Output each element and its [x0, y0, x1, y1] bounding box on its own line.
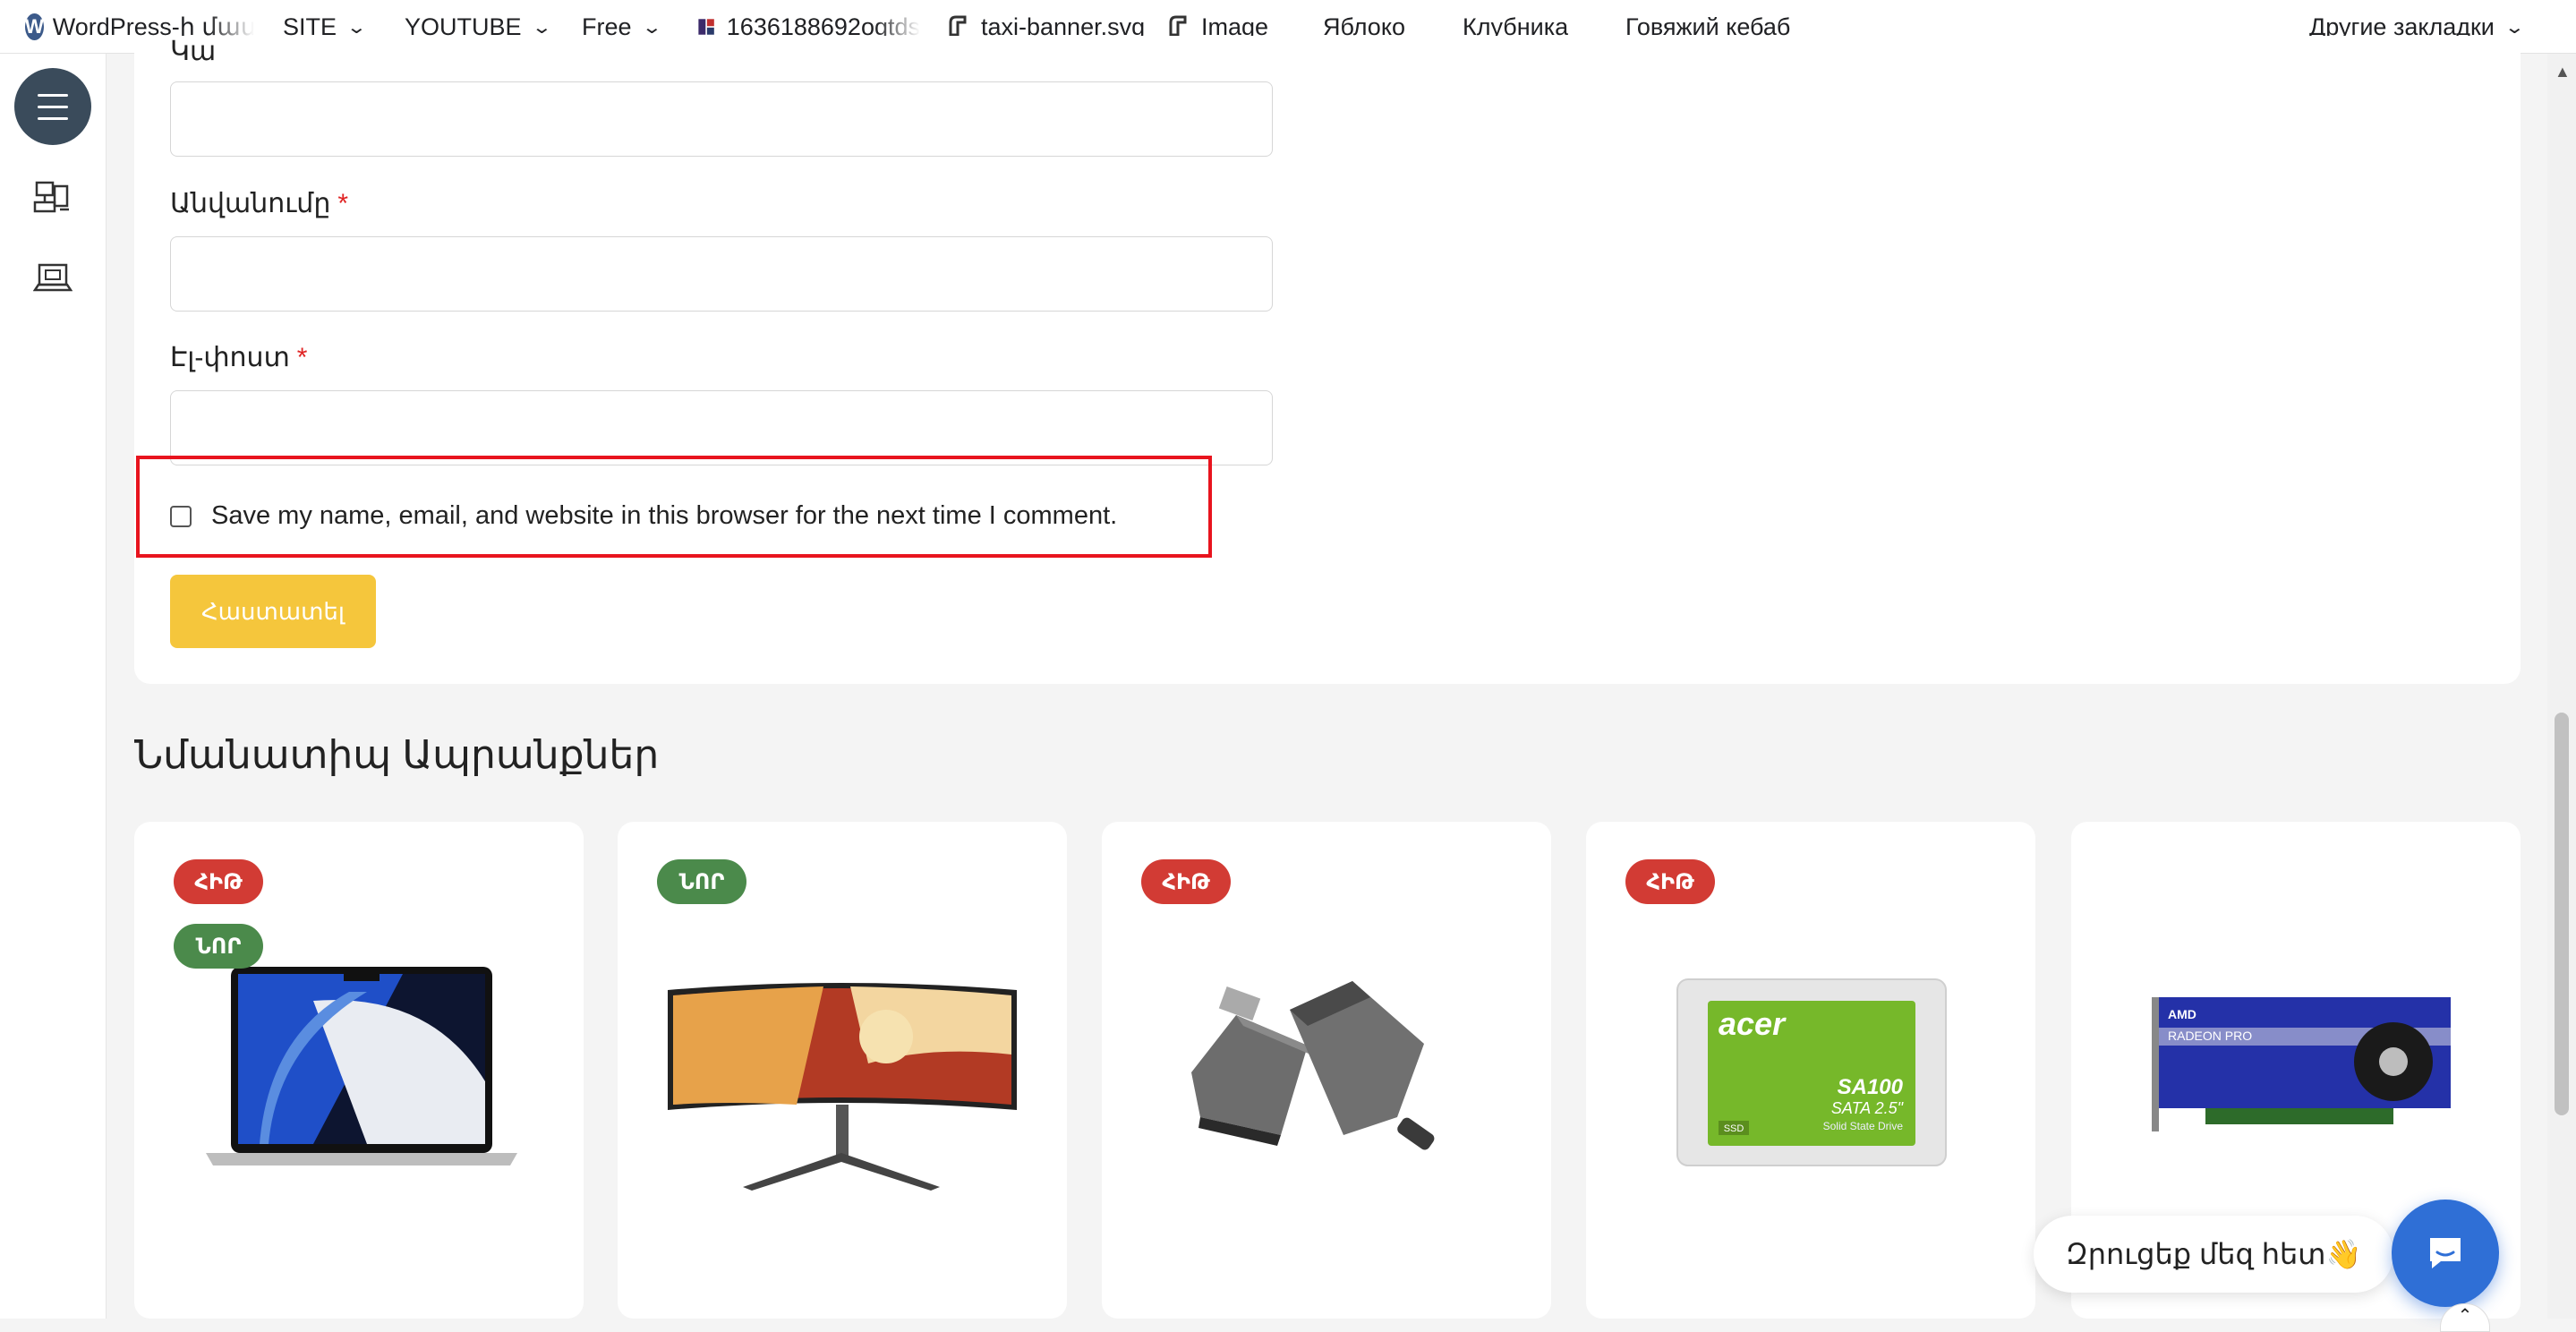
field-label-text: Կա: [170, 37, 217, 66]
required-mark: *: [337, 189, 349, 218]
required-mark: *: [296, 343, 308, 372]
chevron-down-icon: ⌄: [2504, 16, 2522, 38]
field-label-text: Անվանումը: [170, 189, 331, 218]
ssd-model-text: SA100: [1838, 1075, 1904, 1099]
chevron-down-icon: ⌄: [641, 16, 659, 38]
laptop-icon[interactable]: [33, 260, 73, 299]
chat-open-button[interactable]: [2392, 1200, 2499, 1307]
chevron-up-icon: ⌃: [2457, 1306, 2473, 1326]
scrollbar-thumb[interactable]: [2555, 713, 2569, 1115]
product-card[interactable]: ՀԻԹ: [1102, 822, 1551, 1319]
ssd-spec-text: SATA 2.5": [1831, 1099, 1905, 1117]
field-label-text: Էլ-փոստ: [170, 343, 290, 372]
new-badge: ՆՈՐ: [174, 924, 263, 969]
save-info-checkbox[interactable]: [170, 505, 192, 527]
related-products-title: Նմանատիպ Ապրանքներ: [134, 733, 660, 777]
left-sidebar: [0, 54, 107, 1319]
wordpress-icon: W: [25, 13, 44, 40]
hit-badge: ՀԻԹ: [174, 859, 263, 904]
chat-prompt-bubble[interactable]: Զրուցեք մեզ հետ 👋: [2034, 1216, 2394, 1293]
scroll-up-arrow-icon[interactable]: ▲: [2555, 63, 2571, 81]
ssd-tag-text: SSD: [1724, 1123, 1744, 1134]
product-card[interactable]: ՀԻԹ ՆՈՐ: [134, 822, 584, 1319]
product-card[interactable]: acer SA100 SATA 2.5" Solid State Drive S…: [1586, 822, 2035, 1319]
ssd-brand-text: acer: [1719, 1005, 1787, 1042]
chat-icon: [2430, 1238, 2461, 1268]
hamburger-menu-icon: [38, 90, 68, 124]
website-field-label: Կա: [170, 36, 216, 67]
hit-badge: ՀԻԹ: [1625, 859, 1715, 904]
product-card[interactable]: ՆՈՐ: [618, 822, 1067, 1319]
website-field[interactable]: [170, 81, 1273, 157]
computer-network-icon[interactable]: [33, 179, 73, 218]
consent-label: Save my name, email, and website in this…: [211, 501, 1118, 530]
save-info-consent: Save my name, email, and website in this…: [170, 501, 1117, 531]
name-field[interactable]: [170, 236, 1273, 312]
email-field-label: Էլ-փոստ *: [170, 342, 307, 373]
gpu-model-text: RADEON PRO: [2168, 1029, 2252, 1043]
new-badge: ՆՈՐ: [657, 859, 746, 904]
page-scrollbar[interactable]: ▲: [2547, 54, 2576, 1319]
menu-button[interactable]: [14, 68, 91, 145]
hit-badge: ՀԻԹ: [1141, 859, 1231, 904]
chevron-down-icon: ⌄: [531, 16, 549, 38]
ssd-sub-text: Solid State Drive: [1823, 1120, 1904, 1132]
chat-prompt-text: Զրուցեք մեզ հետ: [2066, 1238, 2326, 1270]
email-field[interactable]: [170, 390, 1273, 465]
submit-button[interactable]: Հաստատել: [170, 575, 376, 648]
chevron-down-icon: ⌄: [346, 16, 364, 38]
waving-hand-icon: 👋: [2325, 1238, 2362, 1270]
name-field-label: Անվանումը *: [170, 188, 348, 219]
gpu-brand-text: AMD: [2168, 1007, 2196, 1021]
